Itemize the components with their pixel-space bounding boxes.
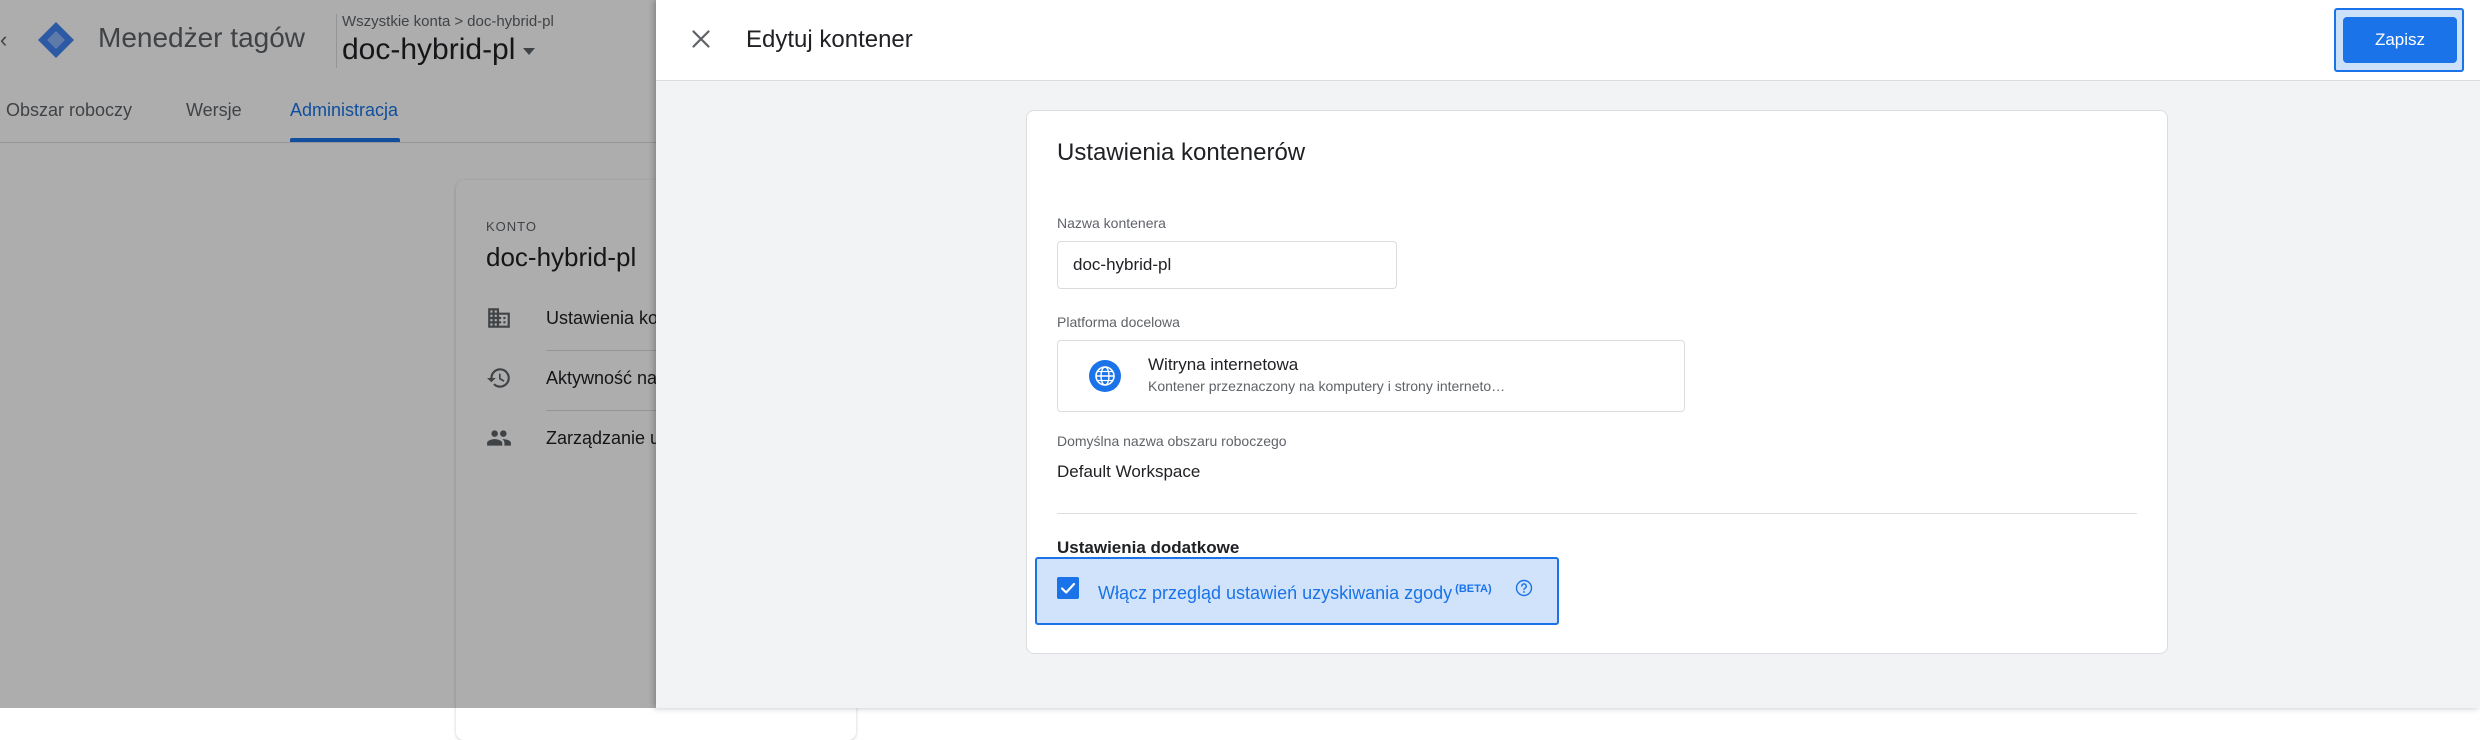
container-settings-card: Ustawienia kontenerów Nazwa kontenera Pl… [1026,110,2168,654]
target-platform-option[interactable]: Witryna internetowa Kontener przeznaczon… [1057,340,1685,412]
platform-name: Witryna internetowa [1148,355,1299,374]
container-name-input[interactable] [1057,241,1397,289]
consent-overview-toggle[interactable]: Włącz przegląd ustawień uzyskiwania zgod… [1035,557,1559,625]
edit-container-panel: Edytuj kontener Zapisz Ustawienia konten… [656,0,2480,708]
consent-label-text: Włącz przegląd ustawień uzyskiwania zgod… [1098,583,1453,603]
consent-overview-label: Włącz przegląd ustawień uzyskiwania zgod… [1098,583,1492,604]
container-name-label: Nazwa kontenera [1057,215,1166,231]
save-button[interactable]: Zapisz [2343,17,2457,63]
beta-badge: (BETA) [1455,583,1492,595]
card-divider [1057,513,2137,514]
platform-description: Kontener przeznaczony na komputery i str… [1148,378,1506,394]
save-button-highlight: Zapisz [2334,8,2464,72]
workspace-label: Domyślna nazwa obszaru roboczego [1057,433,1287,449]
panel-title: Edytuj kontener [746,26,913,53]
modal-scrim[interactable] [0,0,656,708]
card-title: Ustawienia kontenerów [1057,139,1306,166]
additional-settings-heading: Ustawienia dodatkowe [1057,538,1240,557]
workspace-value: Default Workspace [1057,462,1201,481]
target-platform-label: Platforma docelowa [1057,314,1180,330]
panel-header: Edytuj kontener Zapisz [656,0,2480,81]
close-icon[interactable] [686,24,716,54]
globe-icon [1089,360,1121,392]
help-icon[interactable] [1515,579,1533,597]
checkbox-checked-icon[interactable] [1057,577,1079,599]
